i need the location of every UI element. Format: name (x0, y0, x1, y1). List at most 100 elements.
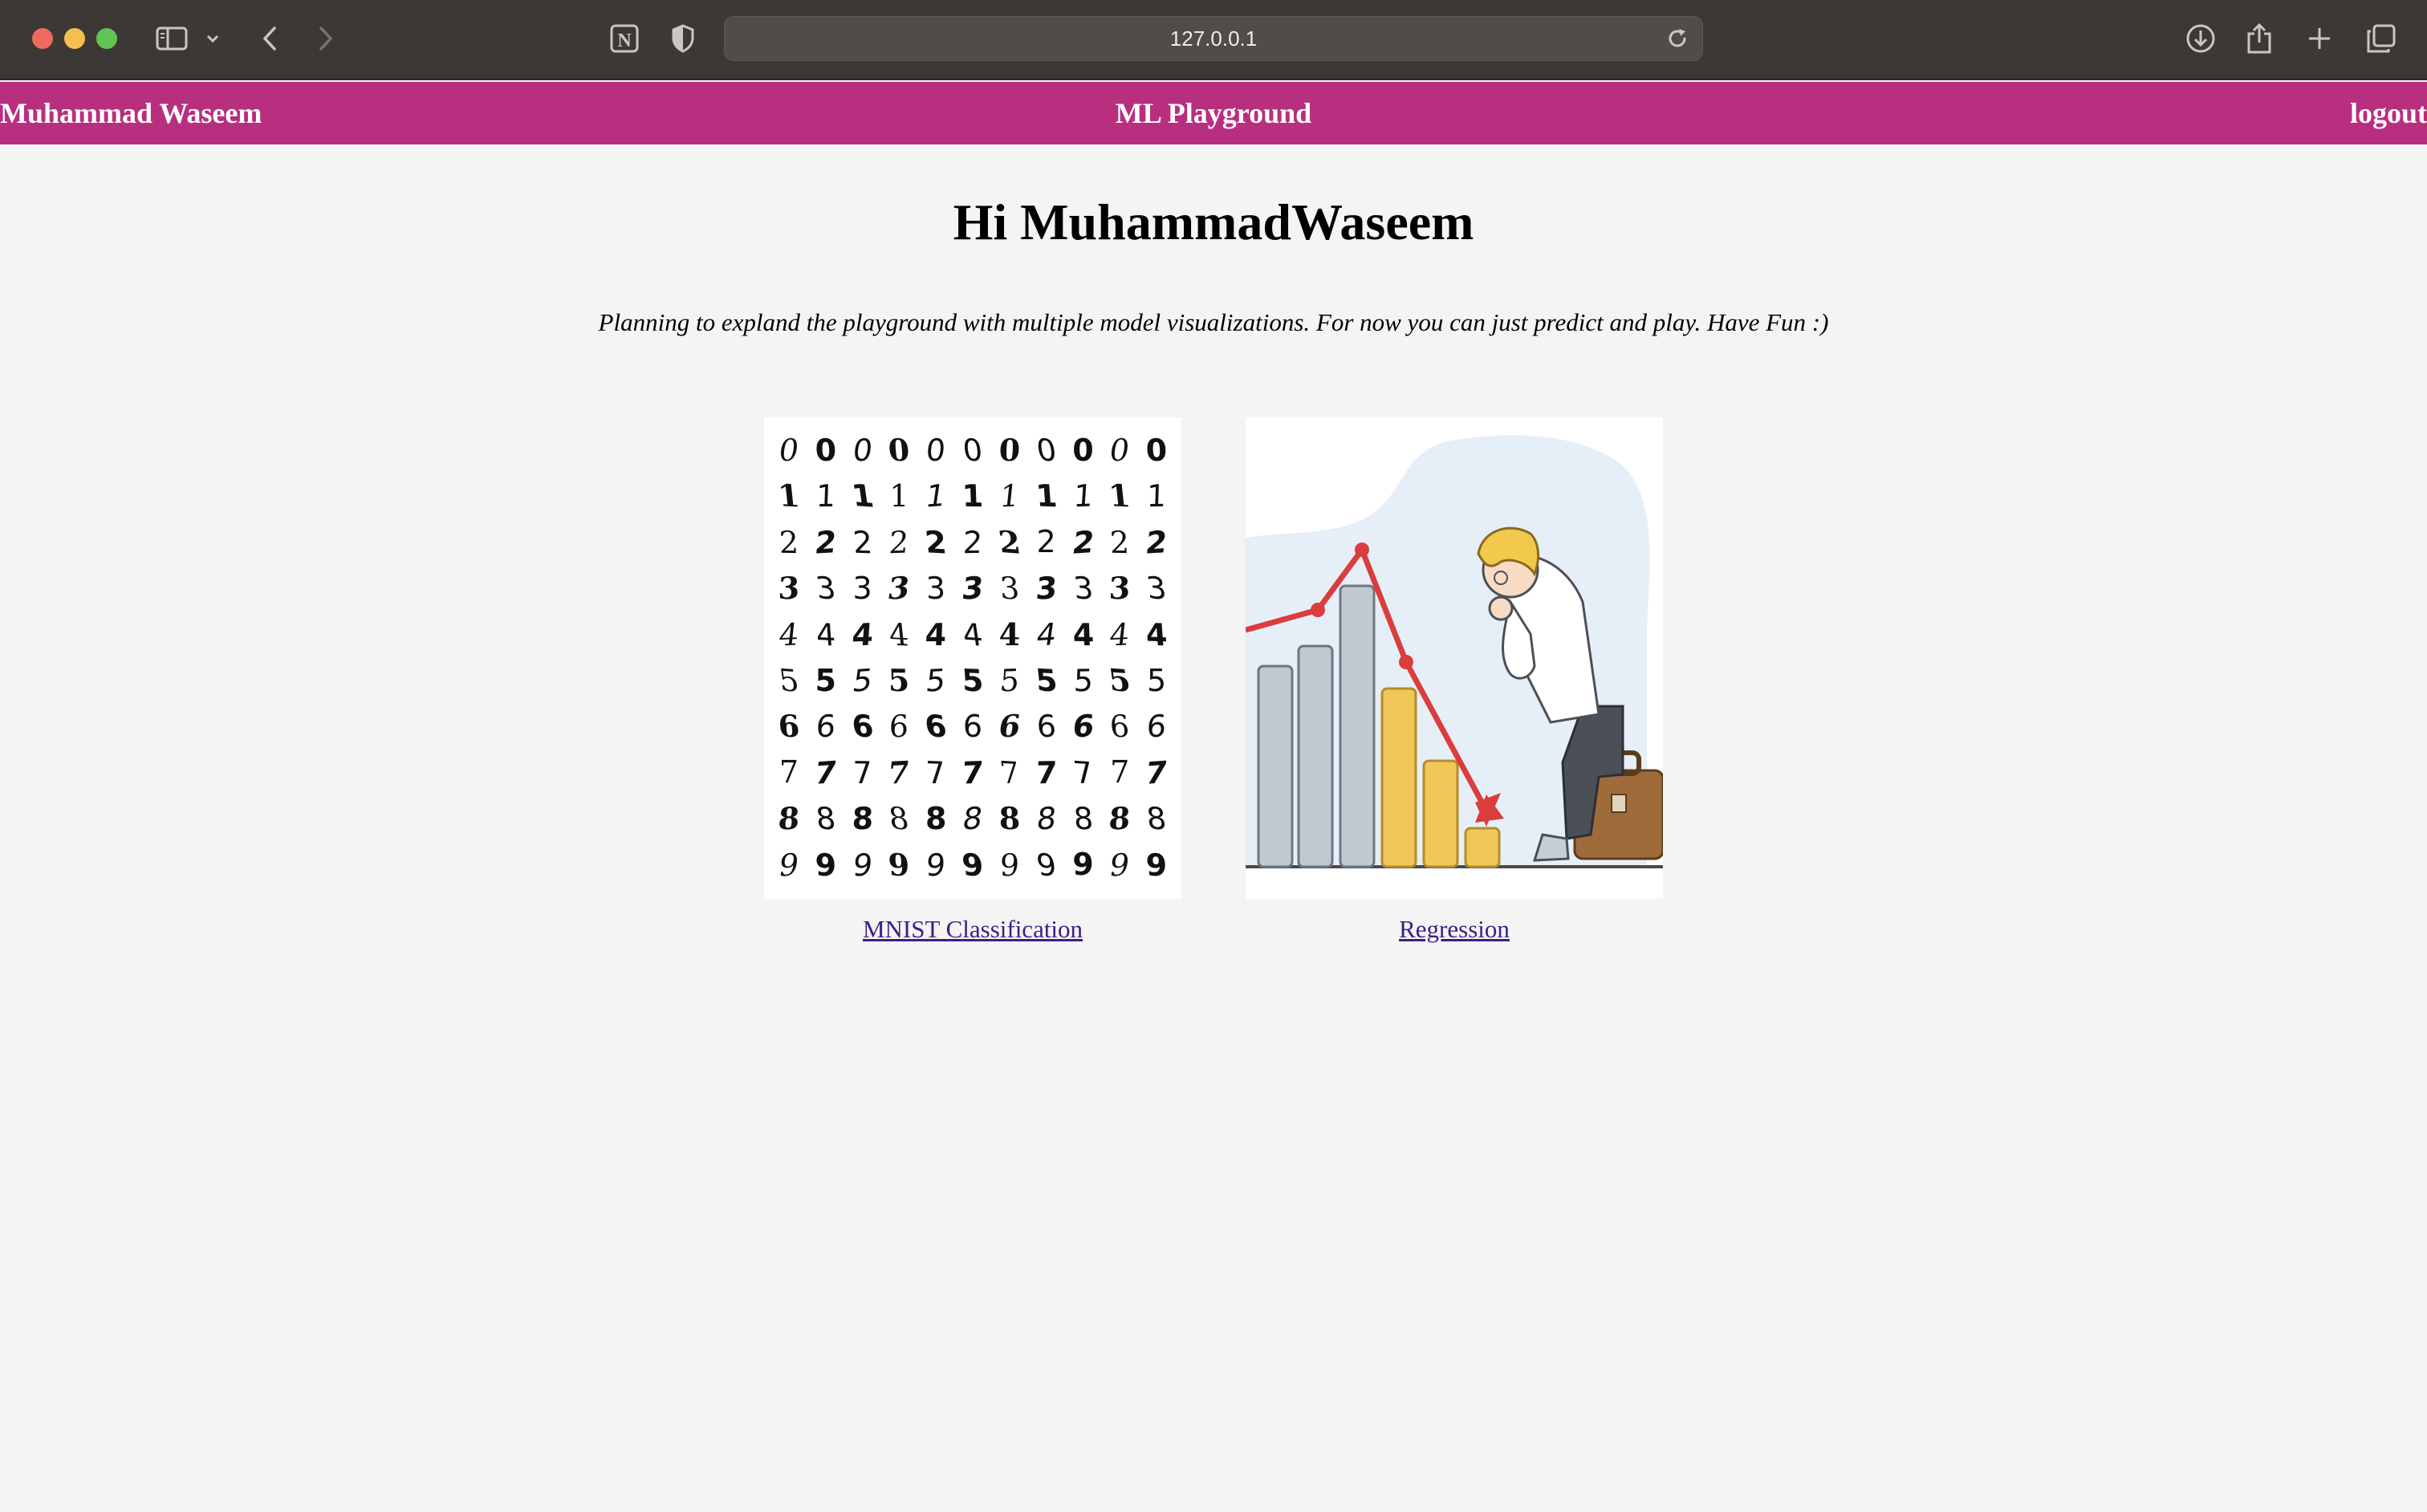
mnist-digit-sample: 0 (998, 431, 1021, 469)
digits-grid: 0000000000011111111111222222222223333333… (764, 417, 1181, 899)
mnist-digit-sample: 8 (1108, 799, 1132, 837)
mnist-digit-sample: 0 (814, 432, 837, 468)
mnist-digit-sample: 5 (1106, 661, 1133, 700)
mnist-digit-sample: 4 (1144, 616, 1169, 652)
mnist-digit-sample: 1 (1071, 478, 1095, 514)
mnist-digit-sample: 0 (1145, 432, 1169, 468)
mnist-digit-sample: 6 (1035, 708, 1057, 745)
address-bar[interactable]: 127.0.0.1 (724, 16, 1703, 61)
mnist-digit-sample: 6 (777, 708, 801, 746)
url-text: 127.0.0.1 (1169, 26, 1258, 51)
mnist-digit-sample: 5 (1146, 662, 1167, 698)
mnist-digit-sample: 1 (998, 478, 1022, 514)
mnist-digit-sample: 4 (850, 616, 875, 652)
back-icon[interactable] (260, 21, 279, 56)
mnist-digit-sample: 1 (889, 478, 909, 514)
mnist-digit-sample: 2 (962, 524, 983, 560)
mnist-digit-sample: 2 (851, 524, 874, 560)
mnist-digit-sample: 7 (1071, 754, 1096, 791)
mnist-digit-sample: 7 (961, 754, 985, 791)
new-tab-icon[interactable] (2307, 21, 2332, 56)
minimize-window-button[interactable] (64, 28, 85, 49)
mnist-digit-sample: 1 (776, 477, 802, 515)
mnist-digit-sample: 8 (851, 800, 874, 837)
mnist-digit-sample: 9 (814, 847, 837, 883)
mnist-digit-sample: 4 (1108, 616, 1132, 652)
mnist-digit-sample: 7 (886, 754, 913, 791)
page-subtitle: Planning to expland the playground with … (598, 308, 1829, 336)
mnist-digit-sample: 7 (779, 754, 799, 791)
mnist-digit-sample: 9 (887, 846, 912, 884)
share-icon[interactable] (2246, 21, 2273, 56)
chevron-down-icon[interactable] (205, 21, 220, 56)
mnist-digit-sample: 3 (852, 570, 872, 606)
reload-icon[interactable] (1665, 26, 1689, 55)
mnist-digit-sample: 2 (923, 523, 949, 561)
mnist-digit-sample: 8 (1071, 800, 1095, 837)
mnist-digit-sample: 1 (1034, 478, 1059, 514)
mnist-digit-sample: 5 (1072, 662, 1094, 698)
mnist-card: 0000000000011111111111222222222223333333… (764, 417, 1181, 945)
mnist-digit-sample: 5 (924, 662, 948, 699)
mnist-digit-sample: 9 (851, 846, 875, 883)
mnist-digit-sample: 2 (1036, 524, 1056, 560)
regression-illustration-image[interactable] (1246, 417, 1663, 899)
mnist-digit-sample: 1 (961, 478, 984, 514)
sidebar-icon[interactable] (156, 21, 188, 56)
mnist-digit-sample: 5 (888, 661, 911, 699)
notion-icon[interactable]: N (608, 21, 640, 56)
mnist-digit-sample: 8 (777, 799, 801, 837)
declining-chart-illustration (1246, 417, 1663, 899)
mnist-digit-sample: 3 (813, 570, 839, 607)
mnist-digit-sample: 2 (779, 524, 799, 560)
mnist-digit-sample: 4 (960, 616, 986, 653)
mnist-digit-sample: 6 (888, 708, 910, 745)
mnist-digit-sample: 4 (887, 616, 911, 652)
close-window-button[interactable] (32, 28, 53, 49)
mnist-digit-sample: 0 (1107, 431, 1132, 469)
mnist-digit-sample: 6 (922, 708, 949, 745)
mnist-digit-sample: 6 (1070, 708, 1096, 745)
mnist-digit-sample: 9 (960, 846, 986, 883)
mnist-digit-sample: 3 (1071, 570, 1095, 607)
mnist-digit-sample: 2 (996, 523, 1023, 561)
mnist-digit-sample: 2 (1144, 523, 1169, 561)
mnist-digit-sample: 3 (1108, 570, 1132, 607)
mnist-digit-sample: 5 (961, 662, 985, 699)
mnist-digit-sample: 5 (998, 662, 1021, 699)
mnist-digit-sample: 3 (777, 570, 800, 607)
mnist-digit-sample: 4 (815, 616, 837, 652)
mnist-digit-sample: 9 (998, 847, 1020, 883)
mnist-digit-sample: 3 (960, 570, 986, 607)
app-title[interactable]: ML Playground (1116, 96, 1311, 130)
mnist-digit-sample: 7 (1143, 754, 1170, 791)
mnist-digit-sample: 6 (996, 707, 1023, 746)
zoom-window-button[interactable] (96, 28, 117, 49)
download-icon[interactable] (2185, 21, 2217, 56)
mnist-digit-sample: 1 (815, 478, 836, 514)
forward-icon[interactable] (316, 21, 335, 56)
mnist-digit-sample: 1 (1107, 477, 1132, 515)
app-navbar: Muhammad Waseem ML Playground logout (0, 82, 2427, 144)
mnist-digit-sample: 4 (998, 616, 1021, 652)
mnist-digit-sample: 5 (815, 662, 836, 698)
user-name[interactable]: Muhammad Waseem (0, 82, 262, 144)
tabs-overview-icon[interactable] (2366, 21, 2397, 56)
mnist-digit-sample: 0 (1034, 431, 1059, 469)
regression-link[interactable]: Regression (1246, 913, 1663, 945)
mnist-digit-sample: 1 (849, 478, 876, 514)
mnist-classification-link[interactable]: MNIST Classification (764, 913, 1181, 945)
mnist-digit-sample: 7 (998, 754, 1022, 791)
app-title-wrapper: ML Playground (0, 82, 2427, 144)
mnist-digit-sample: 0 (851, 432, 875, 469)
mnist-digits-image[interactable]: 0000000000011111111111222222222223333333… (764, 417, 1181, 899)
mnist-digit-sample: 8 (1035, 800, 1059, 837)
mnist-digit-sample: 8 (1144, 800, 1169, 837)
shield-icon[interactable] (671, 21, 695, 56)
mnist-digit-sample: 8 (886, 800, 912, 837)
browser-toolbar: N 127.0.0.1 (0, 0, 2427, 80)
mnist-digit-sample: 3 (1144, 570, 1169, 607)
logout-link[interactable]: logout (2350, 82, 2427, 144)
mnist-digit-sample: 8 (960, 800, 986, 837)
mnist-digit-sample: 7 (852, 754, 873, 791)
